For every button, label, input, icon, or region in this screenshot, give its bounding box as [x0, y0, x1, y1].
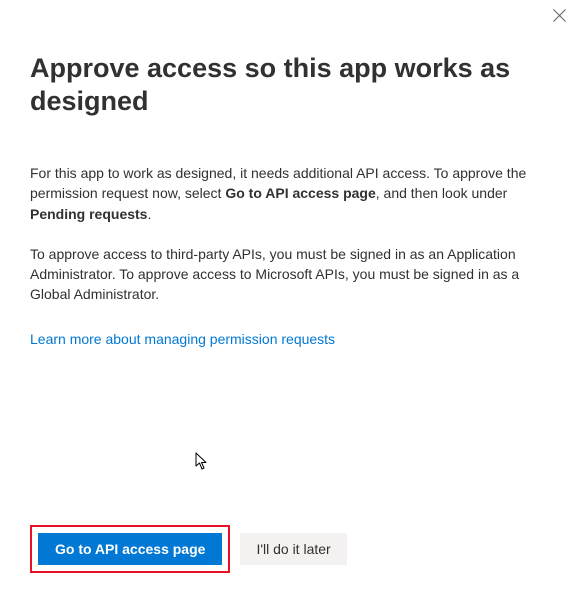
text-bold: Pending requests — [30, 206, 147, 222]
dialog-content: Approve access so this app works as desi… — [0, 0, 581, 349]
dialog-paragraph-1: For this app to work as designed, it nee… — [30, 163, 551, 224]
mouse-cursor-icon — [195, 452, 210, 476]
close-icon — [553, 9, 566, 27]
learn-more-link[interactable]: Learn more about managing permission req… — [30, 331, 335, 347]
text-segment: , and then look under — [376, 185, 508, 201]
dialog-actions: Go to API access page I'll do it later — [30, 525, 347, 573]
close-button[interactable] — [551, 10, 567, 26]
text-segment: . — [147, 206, 151, 222]
text-bold: Go to API access page — [225, 185, 375, 201]
do-it-later-button[interactable]: I'll do it later — [240, 533, 346, 565]
dialog-paragraph-2: To approve access to third-party APIs, y… — [30, 244, 551, 305]
go-to-api-access-button[interactable]: Go to API access page — [38, 533, 222, 565]
highlight-annotation: Go to API access page — [30, 525, 230, 573]
dialog-title: Approve access so this app works as desi… — [30, 52, 551, 119]
